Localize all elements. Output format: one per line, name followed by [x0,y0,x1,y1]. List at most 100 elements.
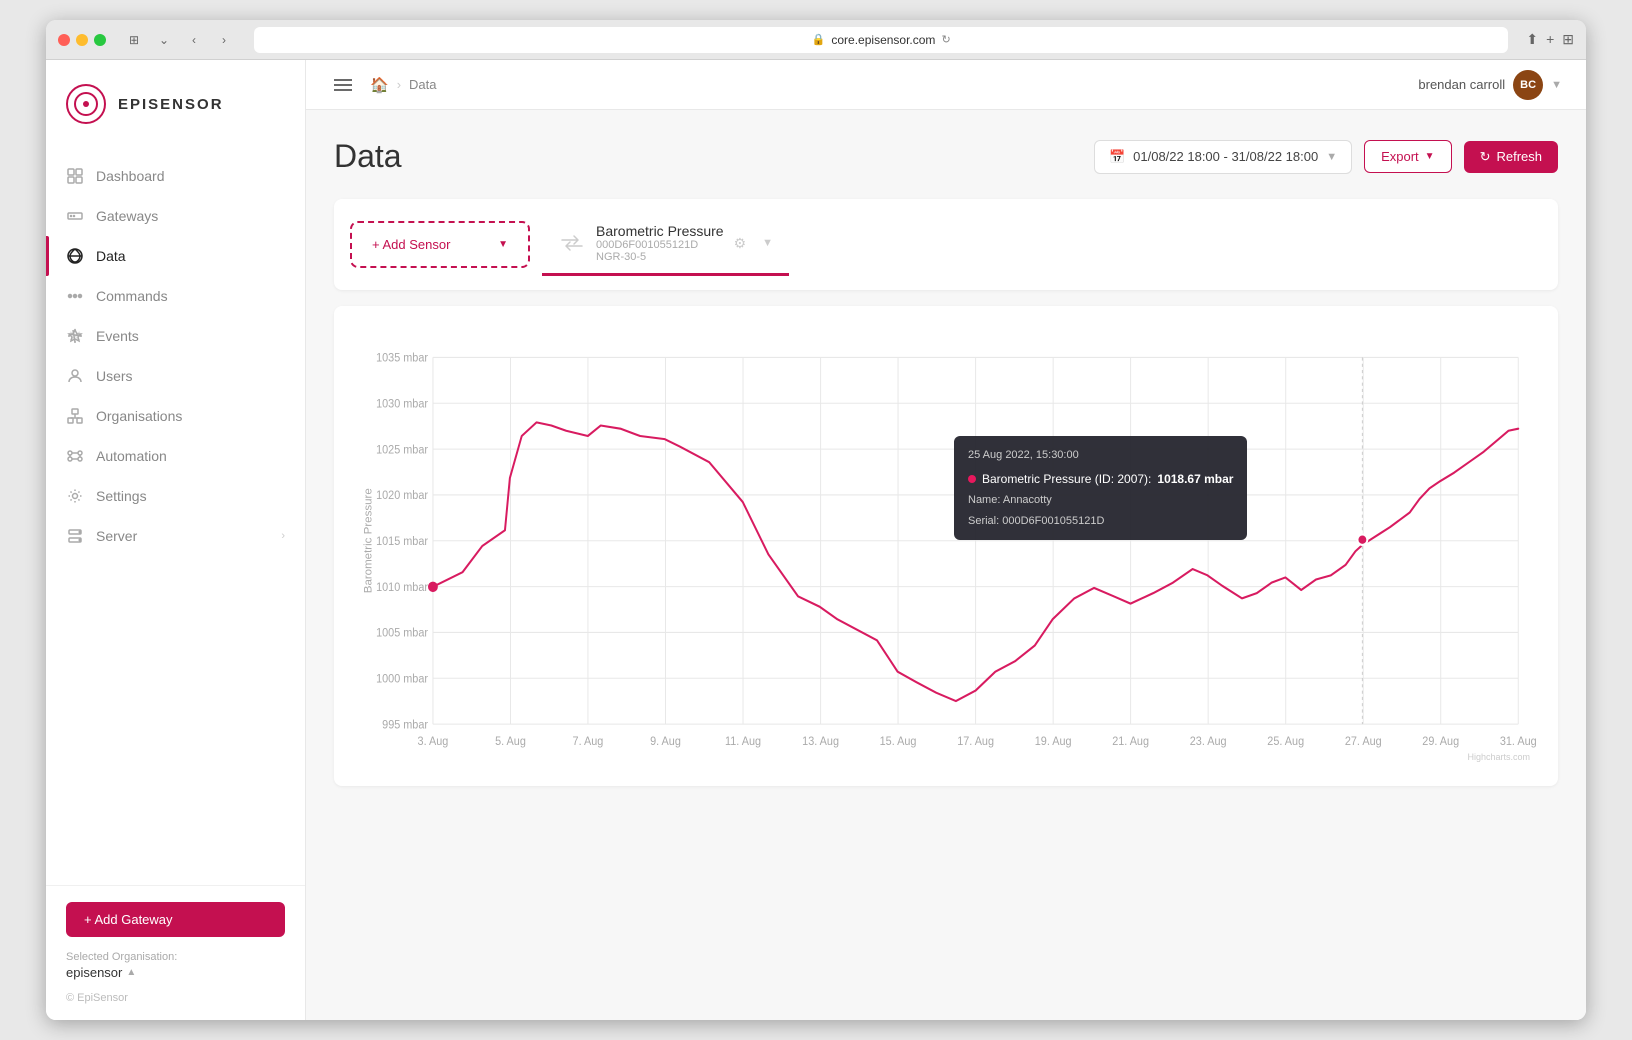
sensor-model: NGR-30-5 [596,251,724,263]
url-text: core.episensor.com [831,33,935,47]
svg-text:9. Aug: 9. Aug [650,736,681,748]
svg-text:5. Aug: 5. Aug [495,736,526,748]
dashboard-icon [66,167,84,185]
refresh-label: Refresh [1496,149,1542,164]
copyright: © EpiSensor [66,992,285,1004]
page-header: Data 📅 01/08/22 18:00 - 31/08/22 18:00 ▼… [334,138,1558,175]
svg-text:17. Aug: 17. Aug [957,736,994,748]
sidebar-item-settings-label: Settings [96,488,147,504]
grid-icon[interactable]: ⊞ [1562,31,1574,48]
svg-text:995 mbar: 995 mbar [382,719,428,731]
org-label: Selected Organisation: [66,951,285,963]
data-icon [66,247,84,265]
org-name[interactable]: episensor ▲ [66,965,285,980]
logo-dot [83,101,89,107]
avatar-initials: BC [1520,79,1536,91]
sidebar-item-gateways[interactable]: Gateways [46,196,305,236]
svg-text:1035 mbar: 1035 mbar [376,352,428,364]
svg-text:29. Aug: 29. Aug [1422,736,1459,748]
sidebar-toggle-2[interactable]: ⌄ [152,28,176,52]
date-range-text: 01/08/22 18:00 - 31/08/22 18:00 [1133,149,1318,164]
sidebar-item-commands-label: Commands [96,288,168,304]
date-chevron-icon: ▼ [1326,151,1337,163]
sidebar-item-organisations[interactable]: Organisations [46,396,305,436]
automation-icon [66,447,84,465]
svg-text:1030 mbar: 1030 mbar [376,398,428,410]
breadcrumb-home[interactable]: 🏠 [370,76,389,94]
users-icon [66,367,84,385]
svg-text:1010 mbar: 1010 mbar [376,582,428,594]
add-sensor-card[interactable]: + Add Sensor ▼ [350,221,530,268]
username: brendan carroll [1418,77,1505,92]
sidebar-item-dashboard[interactable]: Dashboard [46,156,305,196]
svg-text:1020 mbar: 1020 mbar [376,490,428,502]
refresh-button[interactable]: ↻ Refresh [1464,141,1558,173]
date-range-picker[interactable]: 📅 01/08/22 18:00 - 31/08/22 18:00 ▼ [1094,140,1352,174]
sidebar-item-server[interactable]: Server › [46,516,305,556]
sidebar-item-events-label: Events [96,328,139,344]
refresh-icon: ↻ [1480,149,1491,165]
sidebar-toggle[interactable]: ⊞ [122,28,146,52]
sensor-settings-icon[interactable]: ⚙ [734,235,747,252]
sidebar-item-commands[interactable]: Commands [46,276,305,316]
svg-text:1000 mbar: 1000 mbar [376,673,428,685]
svg-text:11. Aug: 11. Aug [725,736,761,748]
sidebar-item-users-label: Users [96,368,133,384]
breadcrumb-current: Data [409,77,436,92]
sensor-bar: + Add Sensor ▼ Barometric Pressure [334,199,1558,290]
sidebar-item-users[interactable]: Users [46,356,305,396]
sidebar-item-events[interactable]: Events [46,316,305,356]
sidebar-item-automation[interactable]: Automation [46,436,305,476]
header-controls: 📅 01/08/22 18:00 - 31/08/22 18:00 ▼ Expo… [1094,140,1558,174]
reload-icon[interactable]: ↻ [941,33,950,46]
back-button[interactable]: ‹ [182,28,206,52]
svg-text:27. Aug: 27. Aug [1345,736,1382,748]
hamburger-menu[interactable] [330,74,356,96]
svg-text:25. Aug: 25. Aug [1267,736,1304,748]
settings-icon [66,487,84,505]
sensor-card[interactable]: Barometric Pressure 000D6F001055121D NGR… [542,213,789,276]
org-name-text: episensor [66,965,122,980]
close-button[interactable] [58,34,70,46]
add-gateway-button[interactable]: + Add Gateway [66,902,285,937]
svg-text:31. Aug: 31. Aug [1500,736,1537,748]
minimize-button[interactable] [76,34,88,46]
chart-svg: .grid-line { stroke: #e8e8e8; stroke-wid… [354,326,1538,766]
page-inner: Data 📅 01/08/22 18:00 - 31/08/22 18:00 ▼… [306,110,1586,814]
server-chevron: › [281,530,285,542]
top-bar: 🏠 › Data brendan carroll BC ▼ [306,60,1586,110]
export-button[interactable]: Export ▼ [1364,140,1451,173]
logo-icon [66,84,106,124]
address-bar[interactable]: 🔒 core.episensor.com ↻ [254,27,1508,53]
browser-controls: ⊞ ⌄ ‹ › [122,28,236,52]
sidebar-item-settings[interactable]: Settings [46,476,305,516]
user-chevron-icon[interactable]: ▼ [1551,79,1562,91]
sidebar-item-data[interactable]: Data [46,236,305,276]
calendar-icon: 📅 [1109,149,1125,165]
svg-text:15. Aug: 15. Aug [880,736,917,748]
new-tab-icon[interactable]: + [1546,31,1554,48]
add-gateway-label: + Add Gateway [84,912,173,927]
organisations-icon [66,407,84,425]
events-icon [66,327,84,345]
svg-text:19. Aug: 19. Aug [1035,736,1072,748]
svg-text:13. Aug: 13. Aug [802,736,839,748]
page-title: Data [334,138,402,175]
logo-area: EPISENSOR [46,60,305,148]
maximize-button[interactable] [94,34,106,46]
sensor-chevron-icon[interactable]: ▼ [762,237,773,249]
add-sensor-chevron-icon: ▼ [498,239,508,250]
security-icon: 🔒 [812,33,826,46]
nav-menu: Dashboard Gateways [46,148,305,885]
sidebar-item-server-label: Server [96,528,137,544]
chart-wrap: .grid-line { stroke: #e8e8e8; stroke-wid… [354,326,1538,766]
logo-inner [74,92,98,116]
forward-button[interactable]: › [212,28,236,52]
data-point [1357,534,1367,544]
breadcrumb-separator: › [397,77,401,92]
user-info: brendan carroll BC ▼ [1418,70,1562,100]
breadcrumb: 🏠 › Data [370,76,437,94]
browser-titlebar: ⊞ ⌄ ‹ › 🔒 core.episensor.com ↻ ⬆ + ⊞ [46,20,1586,60]
share-icon[interactable]: ⬆ [1526,31,1538,48]
add-sensor-label: + Add Sensor [372,237,450,252]
